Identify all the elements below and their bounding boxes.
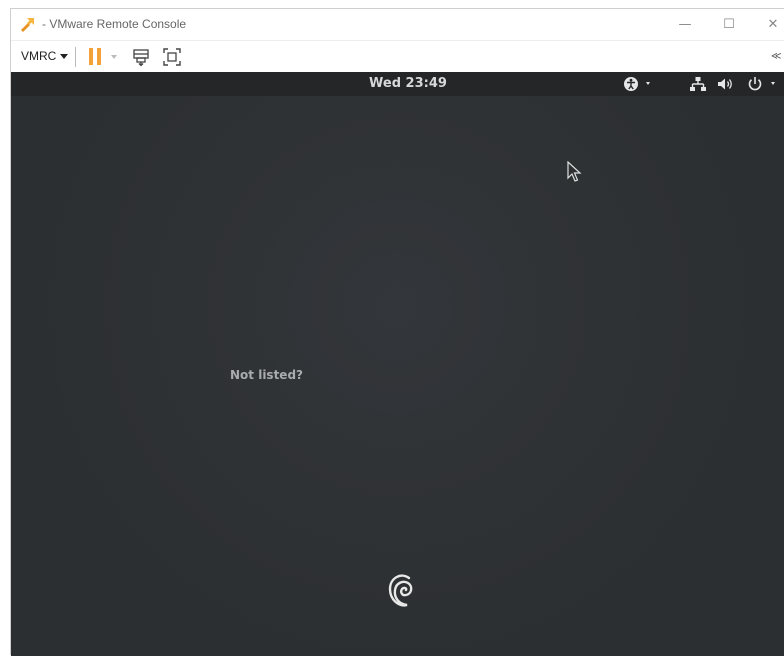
fit-guest-icon[interactable]: [162, 47, 182, 67]
close-button[interactable]: ✕: [751, 9, 784, 39]
pause-icon[interactable]: [89, 48, 103, 66]
vmrc-app-icon: [21, 18, 34, 32]
network-icon[interactable]: [689, 76, 707, 92]
power-icon[interactable]: [746, 76, 782, 92]
clock[interactable]: Wed 23:49: [369, 76, 447, 91]
chevron-down-icon: [60, 53, 69, 59]
window-title: - VMware Remote Console: [42, 17, 187, 31]
vmrc-window: - VMware Remote Console — ☐ ✕ VMRC ≪ Wed…: [10, 8, 784, 656]
mouse-cursor-icon: [567, 161, 582, 182]
guest-screen[interactable]: Wed 23:49 Not listed?: [11, 72, 784, 656]
toolbar-overflow-icon[interactable]: ≪: [771, 51, 781, 62]
minimize-icon: —: [678, 16, 692, 32]
vmrc-menu-button[interactable]: VMRC: [21, 49, 69, 63]
maximize-button[interactable]: ☐: [707, 9, 751, 39]
toolbar-separator: [75, 47, 76, 67]
gnome-top-bar: Wed 23:49: [11, 72, 784, 96]
volume-icon[interactable]: [717, 76, 735, 92]
minimize-button[interactable]: —: [663, 9, 707, 39]
maximize-icon: ☐: [723, 16, 735, 32]
accessibility-icon[interactable]: [623, 76, 655, 92]
close-icon: ✕: [767, 16, 779, 32]
pause-dropdown-icon[interactable]: [111, 55, 117, 59]
not-listed-link[interactable]: Not listed?: [230, 368, 303, 382]
send-ctrl-alt-del-icon[interactable]: [131, 47, 151, 67]
debian-logo-icon: [388, 574, 413, 607]
vmrc-toolbar: VMRC ≪: [11, 40, 784, 73]
vmrc-menu-label: VMRC: [21, 49, 57, 63]
title-bar[interactable]: - VMware Remote Console — ☐ ✕: [11, 9, 784, 39]
